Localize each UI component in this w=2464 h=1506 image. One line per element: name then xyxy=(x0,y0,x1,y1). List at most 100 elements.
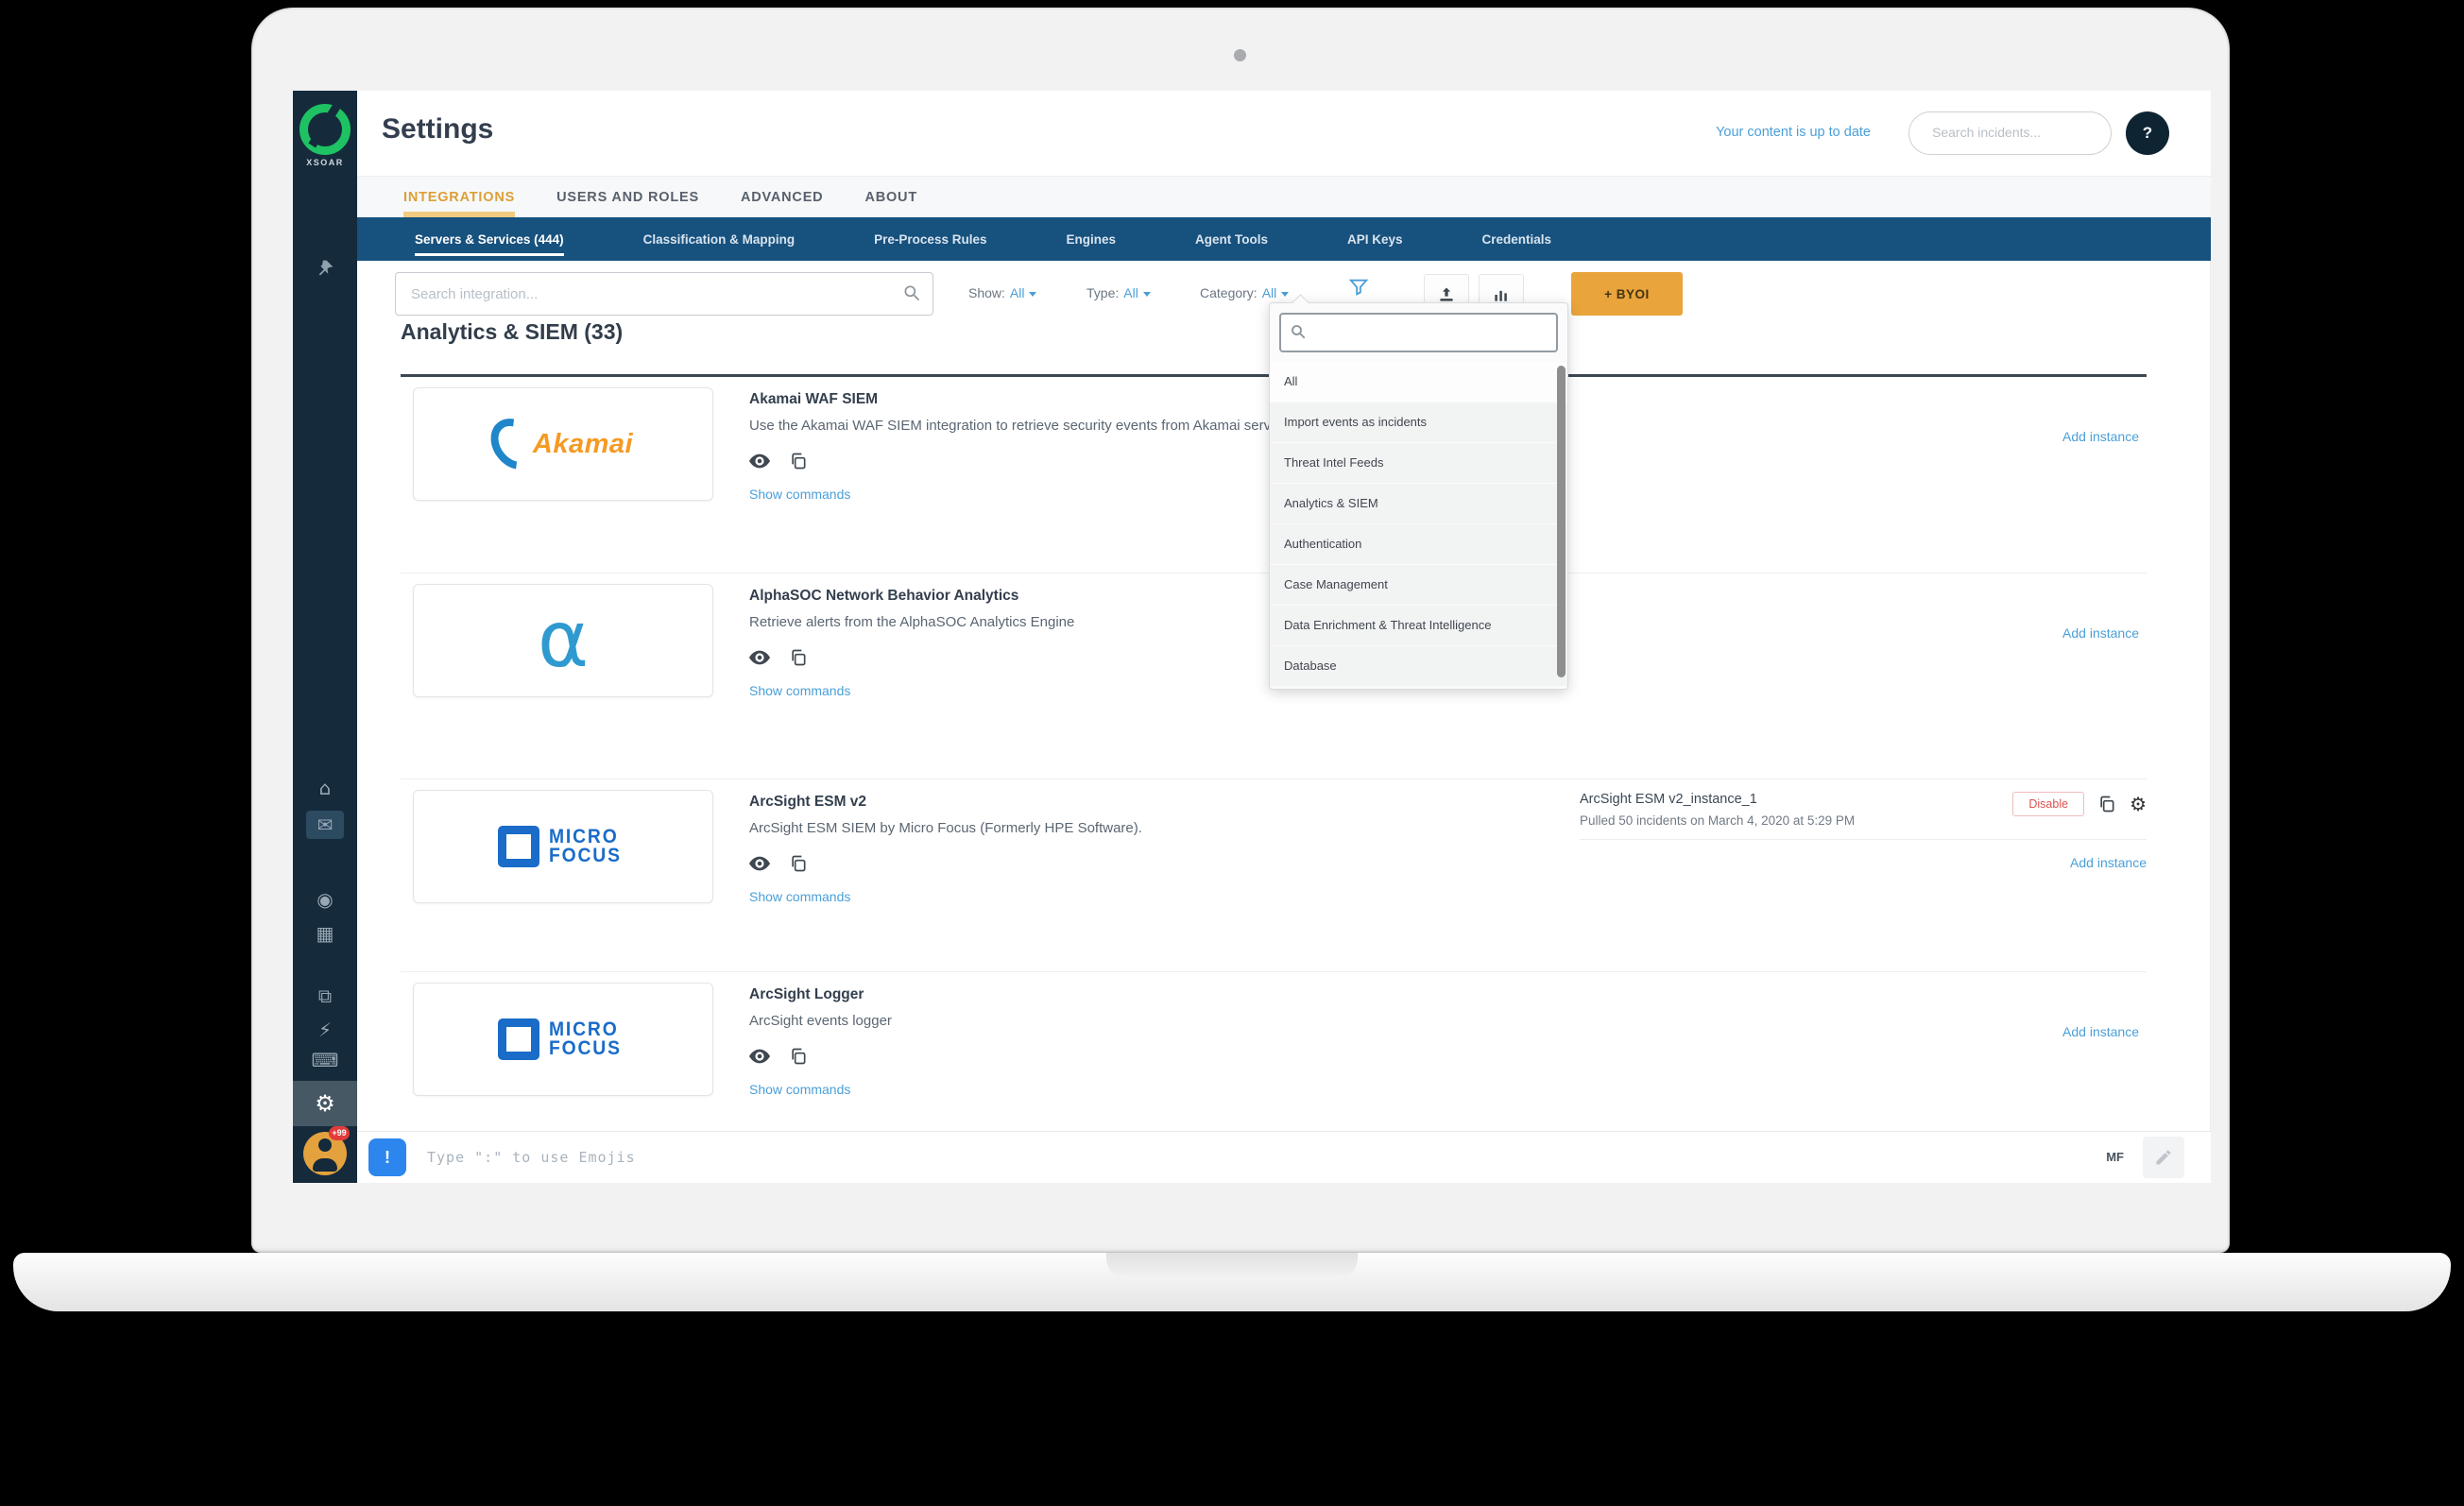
show-commands-link[interactable]: Show commands xyxy=(749,1082,892,1097)
chat-bar: ! MF xyxy=(357,1131,2211,1183)
category-filter-value: All xyxy=(1262,285,1277,300)
add-instance-link[interactable]: Add instance xyxy=(2062,1024,2139,1039)
dropdown-scrollbar[interactable] xyxy=(1557,366,1566,677)
inbox-icon-glyph: ✉ xyxy=(306,811,344,839)
show-commands-link[interactable]: Show commands xyxy=(749,487,1293,502)
copy-icon[interactable] xyxy=(789,648,808,667)
dropdown-option-data-enrichment[interactable]: Data Enrichment & Threat Intelligence xyxy=(1270,606,1567,646)
search-integration-field[interactable] xyxy=(395,272,933,316)
category-dropdown: All Import events as incidents Threat In… xyxy=(1269,302,1568,690)
copy-icon[interactable] xyxy=(789,452,808,471)
notification-badge: +99 xyxy=(329,1126,350,1140)
integration-name: ArcSight Logger xyxy=(749,986,892,1003)
dropdown-option-authentication[interactable]: Authentication xyxy=(1270,524,1567,565)
dropdown-option-case-management[interactable]: Case Management xyxy=(1270,565,1567,606)
show-commands-link[interactable]: Show commands xyxy=(749,683,1074,698)
dropdown-option-analytics-siem[interactable]: Analytics & SIEM xyxy=(1270,484,1567,524)
tab-about[interactable]: ABOUT xyxy=(864,177,917,217)
settings-icon: ⚙ xyxy=(315,1090,335,1117)
xsoar-logo[interactable]: XSOAR xyxy=(293,98,357,167)
xsoar-logo-icon xyxy=(299,104,351,155)
show-commands-link[interactable]: Show commands xyxy=(749,889,1142,904)
search-integration-input[interactable] xyxy=(409,279,885,309)
category-filter[interactable]: Category: All xyxy=(1200,285,1289,300)
tab-advanced[interactable]: ADVANCED xyxy=(741,177,824,217)
add-instance-link[interactable]: Add instance xyxy=(2062,429,2139,444)
dashboard-icon[interactable]: ▦ xyxy=(293,924,357,943)
instance-settings-icon[interactable]: ⚙ xyxy=(2130,793,2147,815)
sidebar: XSOAR ⌂ ✉ ◉ ▦ ⧉ ⚡ ⌨ ⚙ +99 xyxy=(293,91,357,1183)
subtab-credentials[interactable]: Credentials xyxy=(1482,217,1552,261)
dropdown-option-database[interactable]: Database xyxy=(1270,646,1567,687)
instance-status: Pulled 50 incidents on March 4, 2020 at … xyxy=(1580,813,1855,828)
search-incidents-field[interactable] xyxy=(1908,111,2112,155)
eye-icon[interactable] xyxy=(749,650,770,665)
chart-icon xyxy=(1492,285,1511,304)
help-button[interactable]: ? xyxy=(2126,111,2169,155)
chat-alert-button[interactable]: ! xyxy=(368,1138,406,1176)
subtab-agent-tools[interactable]: Agent Tools xyxy=(1195,217,1268,261)
show-filter[interactable]: Show:All xyxy=(968,285,1036,300)
search-icon xyxy=(1290,323,1307,340)
copy-icon[interactable] xyxy=(789,1047,808,1066)
instance-name: ArcSight ESM v2_instance_1 xyxy=(1580,792,1855,807)
alphasoc-alpha-glyph: α xyxy=(538,606,589,676)
eye-icon[interactable] xyxy=(749,856,770,871)
home-icon[interactable]: ⌂ xyxy=(293,779,357,797)
xsoar-app-window: XSOAR ⌂ ✉ ◉ ▦ ⧉ ⚡ ⌨ ⚙ +99 Settings xyxy=(293,91,2211,1183)
edit-button[interactable] xyxy=(2143,1137,2184,1178)
incidents-icon[interactable]: ◉ xyxy=(293,890,357,909)
integration-info: AlphaSOC Network Behavior Analytics Retr… xyxy=(749,584,1074,698)
microfocus-square-icon xyxy=(498,826,539,867)
dropdown-search-field[interactable] xyxy=(1279,313,1558,352)
eye-icon[interactable] xyxy=(749,454,770,469)
sidebar-item-settings[interactable]: ⚙ xyxy=(293,1081,357,1126)
laptop-mockup: XSOAR ⌂ ✉ ◉ ▦ ⧉ ⚡ ⌨ ⚙ +99 Settings xyxy=(0,0,2464,1506)
add-instance-link[interactable]: Add instance xyxy=(2062,625,2139,641)
type-filter[interactable]: Type:All xyxy=(1087,285,1151,300)
app-header: Settings Your content is up to date ? xyxy=(357,91,2211,176)
integration-name: ArcSight ESM v2 xyxy=(749,794,1142,811)
integration-description: ArcSight ESM SIEM by Micro Focus (Former… xyxy=(749,818,1142,840)
subtab-classification-mapping[interactable]: Classification & Mapping xyxy=(643,217,796,261)
tab-users-and-roles[interactable]: USERS AND ROLES xyxy=(556,177,699,217)
disable-instance-button[interactable]: Disable xyxy=(2012,792,2084,816)
section-title: Analytics & SIEM (33) xyxy=(401,319,623,345)
copy-icon[interactable] xyxy=(2097,795,2116,813)
content-status-link[interactable]: Your content is up to date xyxy=(1716,125,1871,140)
keyboard-icon[interactable]: ⌨ xyxy=(293,1051,357,1070)
chat-input[interactable] xyxy=(425,1132,1846,1183)
eye-icon[interactable] xyxy=(749,1049,770,1064)
search-icon xyxy=(902,283,921,302)
main-area: Settings Your content is up to date ? IN… xyxy=(357,91,2211,1183)
akamai-logo-word: Akamai xyxy=(533,429,633,460)
playbooks-icon[interactable]: ⧉ xyxy=(293,986,357,1005)
integration-info: Akamai WAF SIEM Use the Akamai WAF SIEM … xyxy=(749,387,1293,502)
laptop-base-notch xyxy=(1106,1253,1358,1279)
subtab-api-keys[interactable]: API Keys xyxy=(1347,217,1403,261)
integration-row-arcsight-esm: MICROFOCUS ArcSight ESM v2 ArcSight ESM … xyxy=(401,790,2147,904)
subtab-engines[interactable]: Engines xyxy=(1066,217,1116,261)
automation-icon[interactable]: ⚡ xyxy=(293,1020,357,1039)
webcam xyxy=(1234,49,1246,61)
show-filter-value: All xyxy=(1010,285,1025,300)
category-filter-label: Category: xyxy=(1200,285,1258,300)
search-incidents-input[interactable] xyxy=(1930,124,2095,141)
add-instance-link[interactable]: Add instance xyxy=(1580,855,2147,870)
byoi-button[interactable]: + BYOI xyxy=(1571,272,1683,316)
pin-icon[interactable] xyxy=(293,259,357,278)
dropdown-option-import-events[interactable]: Import events as incidents xyxy=(1270,402,1567,443)
akamai-logo: Akamai xyxy=(413,387,713,501)
subtab-preprocess-rules[interactable]: Pre-Process Rules xyxy=(874,217,986,261)
integration-description: Use the Akamai WAF SIEM integration to r… xyxy=(749,416,1293,437)
integration-description: Retrieve alerts from the AlphaSOC Analyt… xyxy=(749,612,1074,634)
dropdown-option-threat-intel-feeds[interactable]: Threat Intel Feeds xyxy=(1270,443,1567,484)
integrations-subtabs: Servers & Services (444) Classification … xyxy=(357,217,2211,261)
dropdown-search-input[interactable] xyxy=(1313,317,1558,348)
copy-icon[interactable] xyxy=(789,854,808,873)
tab-integrations[interactable]: INTEGRATIONS xyxy=(403,177,515,217)
dropdown-option-all[interactable]: All xyxy=(1270,362,1567,402)
inbox-icon[interactable]: ✉ xyxy=(293,811,357,839)
subtab-servers-services[interactable]: Servers & Services (444) xyxy=(415,217,564,261)
filter-funnel-icon[interactable] xyxy=(1348,277,1369,298)
